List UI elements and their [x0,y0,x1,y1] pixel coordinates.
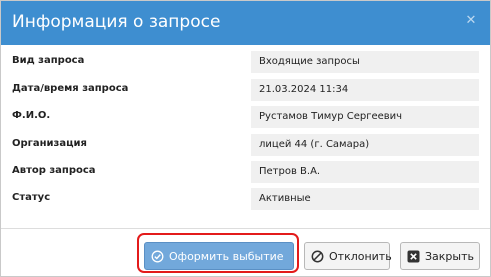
dialog-title: Информация о запросе [12,12,221,32]
close-icon[interactable]: ✕ [464,14,478,28]
field-row-full-name: Ф.И.О. Рустамов Тимур Сергеевич [1,106,490,128]
field-value: лицей 44 (г. Самара) [251,134,479,156]
dialog-body: Вид запроса Входящие запросы Дата/время … [1,45,490,228]
field-label: Дата/время запроса [12,83,129,94]
close-square-icon [407,250,420,263]
field-row-request-author: Автор запроса Петров В.А. [1,161,490,183]
field-label: Автор запроса [12,165,96,176]
request-info-dialog: Информация о запросе ✕ Вид запроса Входя… [0,0,491,277]
highlight-frame [137,233,299,273]
field-label: Организация [12,138,87,149]
close-button[interactable]: Закрыть [400,242,480,270]
field-value: 21.03.2024 11:34 [251,79,479,101]
field-value: Входящие запросы [251,51,479,73]
field-row-status: Статус Активные [1,188,490,210]
field-label: Вид запроса [12,55,85,66]
ban-icon [311,250,324,263]
field-value: Петров В.А. [251,161,479,183]
field-label: Статус [12,192,51,203]
field-row-organization: Организация лицей 44 (г. Самара) [1,134,490,156]
field-label: Ф.И.О. [12,110,51,121]
field-value: Рустамов Тимур Сергеевич [251,106,479,128]
field-value: Активные [251,188,479,210]
field-row-request-type: Вид запроса Входящие запросы [1,51,490,73]
field-row-request-datetime: Дата/время запроса 21.03.2024 11:34 [1,79,490,101]
dialog-titlebar: Информация о запросе ✕ [1,1,490,45]
close-label: Закрыть [425,249,474,263]
reject-button[interactable]: Отклонить [304,242,392,270]
reject-label: Отклонить [329,249,392,263]
